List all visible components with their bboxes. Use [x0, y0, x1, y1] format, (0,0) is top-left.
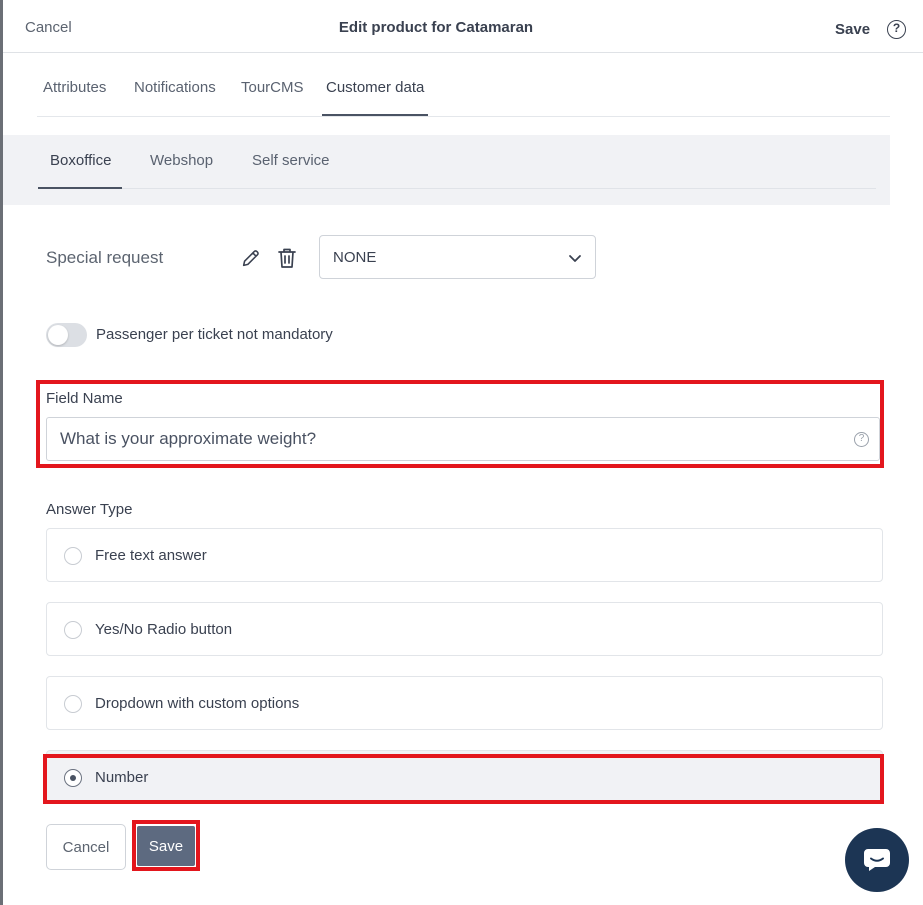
- cancel-button[interactable]: Cancel: [46, 824, 126, 870]
- subtab-webshop[interactable]: Webshop: [150, 152, 213, 169]
- tab-attributes[interactable]: Attributes: [43, 79, 106, 96]
- pencil-icon[interactable]: [240, 247, 262, 269]
- toggle-label: Passenger per ticket not mandatory: [96, 326, 333, 343]
- header-save-button[interactable]: Save: [835, 21, 870, 38]
- field-help-icon[interactable]: ?: [854, 432, 869, 447]
- product-tabs: Attributes Notifications TourCMS Custome…: [37, 66, 890, 117]
- help-icon[interactable]: ?: [887, 20, 906, 39]
- radio-button[interactable]: [64, 621, 82, 639]
- chevron-down-icon: [569, 255, 581, 262]
- channel-tabs-band: Boxoffice Webshop Self service: [3, 135, 890, 205]
- special-request-select[interactable]: NONE: [319, 235, 596, 279]
- option-yes-no[interactable]: Yes/No Radio button: [46, 602, 883, 656]
- page-title: Edit product for Catamaran: [338, 19, 534, 36]
- option-label: Dropdown with custom options: [95, 695, 300, 712]
- option-label: Yes/No Radio button: [95, 621, 233, 638]
- field-name-input[interactable]: [46, 417, 880, 461]
- chat-icon: [864, 849, 890, 871]
- radio-button[interactable]: [64, 547, 82, 565]
- option-free-text[interactable]: Free text answer: [46, 528, 883, 582]
- special-request-label: Special request: [46, 248, 164, 267]
- channel-tabs: Boxoffice Webshop Self service: [38, 135, 876, 189]
- radio-button-selected[interactable]: [64, 769, 82, 787]
- trash-icon[interactable]: [276, 246, 298, 270]
- save-button[interactable]: Save: [137, 826, 195, 866]
- active-tab-indicator: [322, 114, 428, 116]
- passenger-mandatory-toggle[interactable]: [46, 323, 87, 347]
- answer-type-label: Answer Type: [46, 501, 133, 518]
- subtab-boxoffice[interactable]: Boxoffice: [50, 152, 111, 169]
- option-label: Free text answer: [95, 547, 207, 564]
- tab-notifications[interactable]: Notifications: [134, 79, 216, 96]
- field-name-label: Field Name: [46, 390, 123, 407]
- subtab-self-service[interactable]: Self service: [252, 152, 330, 169]
- option-label: Number: [95, 769, 149, 786]
- modal-header: Cancel Edit product for Catamaran Save ?: [3, 0, 923, 53]
- toggle-knob: [48, 325, 68, 345]
- select-value: NONE: [333, 249, 377, 266]
- tab-tourcms[interactable]: TourCMS: [241, 79, 304, 96]
- tab-customer-data[interactable]: Customer data: [326, 79, 424, 96]
- active-subtab-indicator: [38, 187, 122, 189]
- chat-launcher-button[interactable]: [845, 828, 909, 892]
- radio-button[interactable]: [64, 695, 82, 713]
- option-dropdown[interactable]: Dropdown with custom options: [46, 676, 883, 730]
- option-number[interactable]: Number: [46, 750, 883, 804]
